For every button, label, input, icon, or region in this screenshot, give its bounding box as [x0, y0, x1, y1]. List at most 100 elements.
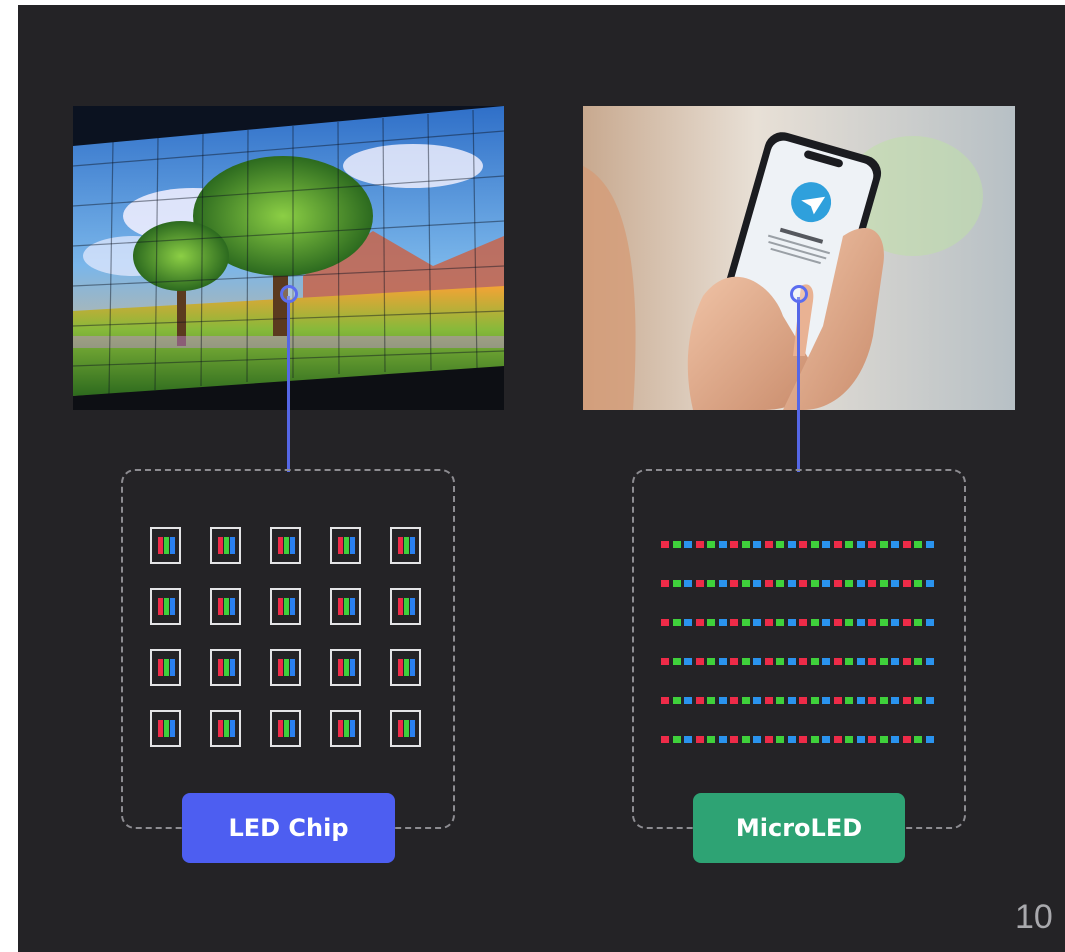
led-chip-subpixel	[224, 659, 229, 676]
led-chip-subpixel	[290, 720, 295, 737]
microled-subpixel	[879, 697, 888, 704]
microled-subpixel	[868, 541, 876, 548]
led-chip-subpixel	[338, 659, 343, 676]
led-chip-subpixel	[224, 537, 229, 554]
microled-subpixel	[707, 541, 715, 548]
microled-subpixel	[707, 658, 715, 665]
led-chip-subpixel	[170, 598, 175, 615]
microled-subpixel	[799, 619, 807, 626]
microled-subpixel	[695, 736, 704, 743]
led-chip-subpixel	[284, 598, 289, 615]
microled-subpixel	[741, 580, 750, 587]
microled-subpixel	[879, 580, 888, 587]
led-chip-subpixel	[338, 720, 343, 737]
microled-subpixel	[845, 658, 853, 665]
microled-subpixel	[845, 736, 853, 743]
led-chip-cell	[150, 588, 181, 625]
microled-subpixel	[672, 619, 681, 626]
microled-subpixel	[718, 658, 727, 665]
microled-subpixel	[856, 619, 865, 626]
microled-subpixel	[810, 736, 819, 743]
microled-subpixel	[776, 697, 784, 704]
led-chip-subpixel	[164, 659, 169, 676]
microled-subpixel	[914, 736, 922, 743]
microled-subpixel	[925, 580, 934, 587]
microled-subpixel	[799, 697, 807, 704]
microled-subpixel	[730, 736, 738, 743]
led-chip-subpixel	[290, 537, 295, 554]
led-chip-subpixel	[230, 659, 235, 676]
microled-subpixel	[718, 619, 727, 626]
led-chip-subpixel	[404, 659, 409, 676]
led-chip-subpixel	[398, 720, 403, 737]
led-chip-subpixel	[350, 537, 355, 554]
microled-subpixel	[925, 658, 934, 665]
led-chip-subpixel	[404, 598, 409, 615]
microled-subpixel	[822, 697, 830, 704]
microled-subpixel	[833, 736, 842, 743]
led-chip-subpixel	[278, 537, 283, 554]
microled-subpixel	[730, 697, 738, 704]
led-chip-subpixel	[410, 720, 415, 737]
microled-subpixel	[753, 541, 761, 548]
microled-subpixel	[764, 541, 773, 548]
microled-subpixel	[661, 580, 669, 587]
led-chip-cell	[270, 649, 301, 686]
led-chip-subpixel	[284, 720, 289, 737]
microled-subpixel	[845, 697, 853, 704]
led-chip-subpixel	[278, 659, 283, 676]
led-chip-subpixel	[224, 720, 229, 737]
microled-subpixel	[833, 541, 842, 548]
led-chip-subpixel	[344, 720, 349, 737]
led-chip-subpixel	[158, 598, 163, 615]
microled-subpixel	[914, 580, 922, 587]
led-chip-subpixel	[278, 720, 283, 737]
led-chip-subpixel	[344, 659, 349, 676]
microled-subpixel	[730, 658, 738, 665]
led-chip-cell	[270, 710, 301, 747]
microled-subpixel	[695, 619, 704, 626]
microled-subpixel	[753, 658, 761, 665]
page-number: 10	[1015, 898, 1053, 936]
microled-subpixel	[741, 619, 750, 626]
led-chip-subpixel	[164, 537, 169, 554]
connector-line-right	[797, 297, 800, 472]
microled-subpixel	[753, 736, 761, 743]
microled-subpixel	[684, 619, 692, 626]
led-chip-subpixel	[158, 720, 163, 737]
microled-subpixel	[891, 580, 899, 587]
microled-subpixel	[810, 580, 819, 587]
led-chip-subpixel	[404, 537, 409, 554]
microled-subpixel	[661, 619, 669, 626]
microled-subpixel	[776, 541, 784, 548]
microled-subpixel	[822, 658, 830, 665]
led-chip-subpixel	[158, 537, 163, 554]
led-chip-subpixel	[338, 598, 343, 615]
microled-subpixel	[799, 736, 807, 743]
microled-subpixel	[684, 541, 692, 548]
microled-subpixel	[707, 697, 715, 704]
microled-subpixel	[822, 580, 830, 587]
led-chip-subpixel	[410, 537, 415, 554]
microled-subpixel	[891, 541, 899, 548]
microled-subpixel	[787, 697, 796, 704]
microled-subpixel	[799, 541, 807, 548]
microled-subpixel	[787, 541, 796, 548]
led-chip-subpixel	[164, 720, 169, 737]
led-chip-subpixel	[164, 598, 169, 615]
led-chip-subpixel	[224, 598, 229, 615]
led-chip-subpixel	[284, 659, 289, 676]
microled-subpixel	[741, 736, 750, 743]
led-chip-subpixel	[218, 720, 223, 737]
microled-subpixel	[891, 697, 899, 704]
microled-subpixel	[661, 736, 669, 743]
microled-subpixel	[787, 619, 796, 626]
microled-subpixel	[891, 736, 899, 743]
microled-subpixel	[856, 658, 865, 665]
microled-subpixel	[833, 619, 842, 626]
microled-subpixel	[787, 580, 796, 587]
led-chip-subpixel	[398, 598, 403, 615]
led-chip-grid	[150, 527, 430, 767]
microled-subpixel	[695, 580, 704, 587]
microled-subpixel	[856, 736, 865, 743]
